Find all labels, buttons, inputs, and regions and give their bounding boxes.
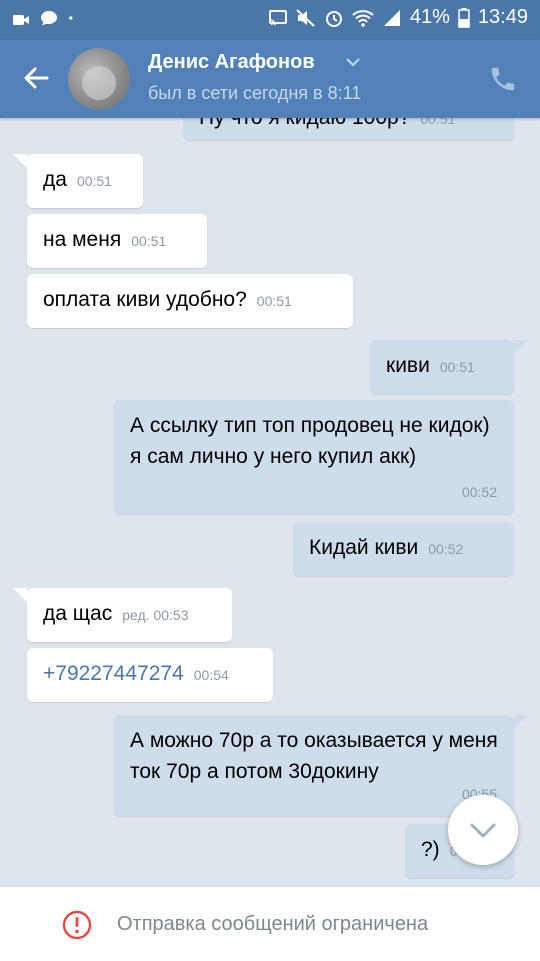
cast-icon	[268, 9, 287, 25]
message-text: киви	[386, 354, 430, 377]
mute-icon	[296, 8, 315, 27]
status-bar: 41% 13:49	[0, 0, 540, 40]
message-text: оплата киви удобно?	[43, 288, 247, 311]
back-arrow-icon[interactable]	[18, 60, 54, 96]
message-text: А ссылку тип топ продовец не кидок) я са…	[130, 414, 490, 468]
message-text: да	[43, 168, 67, 191]
message-time: 00:51	[420, 118, 456, 127]
message-time: 00:51	[131, 233, 167, 249]
message-bubble-outgoing[interactable]: Ну что я кидаю 100р? 00:51	[183, 118, 514, 140]
message-bubble-incoming[interactable]: на меня 00:51	[27, 214, 207, 268]
message-text: А можно 70р а то оказывается у меня ток …	[130, 729, 498, 783]
battery-icon	[458, 7, 470, 28]
message-text: на меня	[43, 228, 122, 251]
message-bubble-outgoing[interactable]: А ссылку тип топ продовец не кидок) я са…	[114, 400, 514, 514]
contact-status: был в сети сегодня в 8:11	[148, 83, 362, 103]
notification-dot-icon	[69, 16, 73, 20]
message-time: 00:52	[428, 541, 464, 557]
phone-icon[interactable]	[488, 64, 518, 94]
message-time: 00:54	[193, 667, 229, 683]
message-bubble-incoming[interactable]: да 00:51	[13, 154, 143, 208]
phone-number-link[interactable]: +79227447274	[43, 662, 184, 685]
restriction-notice: Отправка сообщений ограничена	[117, 913, 429, 935]
message-bubble-incoming[interactable]: +79227447274 00:54	[27, 648, 273, 702]
message-time: ред. 00:53	[122, 607, 189, 623]
message-bubble-incoming[interactable]: да щас ред. 00:53	[13, 588, 232, 642]
message-time: 00:51	[256, 293, 292, 309]
message-bubble-outgoing[interactable]: Кидай киви 00:52	[293, 522, 514, 576]
scroll-down-icon	[470, 823, 496, 838]
chat-header: Денис Агафонов был в сети сегодня в 8:11	[0, 40, 540, 118]
scroll-down-button[interactable]	[448, 795, 518, 865]
message-text: Ну что я кидаю 100р?	[199, 118, 410, 129]
message-time: 00:51	[76, 173, 112, 189]
message-bubble-incoming[interactable]: оплата киви удобно? 00:51	[27, 274, 353, 328]
wifi-icon	[352, 9, 374, 27]
video-call-icon	[13, 15, 29, 25]
message-bubble-outgoing[interactable]: А можно 70р а то оказывается у меня ток …	[114, 715, 528, 816]
clock: 13:49	[477, 6, 528, 28]
message-time: 00:51	[439, 359, 475, 375]
chevron-down-icon[interactable]	[345, 56, 361, 68]
message-text: ?)	[421, 838, 440, 861]
warning-icon	[62, 910, 92, 940]
alarm-icon	[325, 10, 342, 27]
message-list[interactable]: Ну что я кидаю 100р? 00:51 да 00:51 на мен…	[0, 118, 540, 886]
message-restriction-bar: Отправка сообщений ограничена	[0, 886, 540, 961]
message-text: да щас	[43, 602, 113, 625]
message-bubble-outgoing[interactable]: киви 00:51	[370, 340, 528, 394]
message-time: 00:52	[461, 484, 497, 500]
avatar[interactable]	[68, 48, 130, 110]
signal-icon	[383, 9, 400, 26]
message-text: Кидай киви	[309, 536, 419, 559]
contact-name[interactable]: Денис Агафонов	[148, 51, 315, 74]
battery-percent: 41%	[409, 6, 450, 28]
chat-bubble-icon	[41, 11, 57, 26]
